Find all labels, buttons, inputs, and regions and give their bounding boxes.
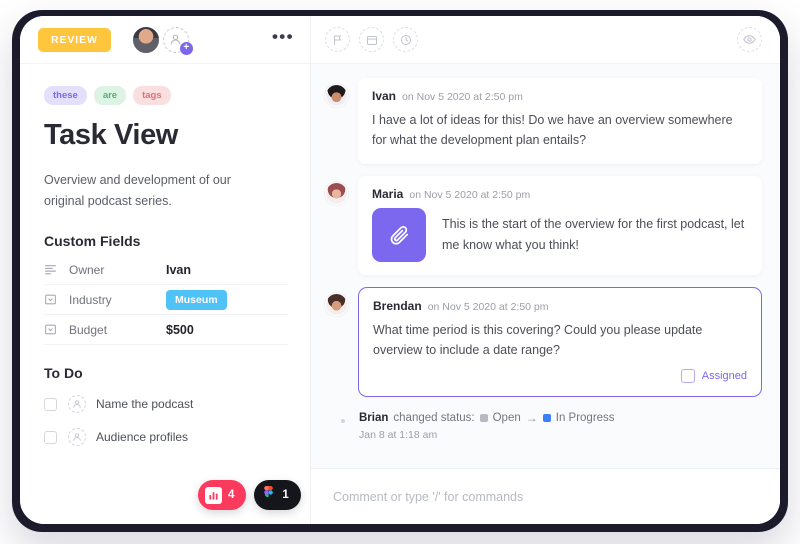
comment-timestamp: on Nov 5 2020 at 2:50 pm [402,91,523,103]
todo-checkbox[interactable] [44,430,57,444]
comment-item: Brendan on Nov 5 2020 at 2:50 pm What ti… [325,286,762,397]
comment-composer [311,468,780,524]
comment-header: Ivan on Nov 5 2020 at 2:50 pm [372,89,748,103]
task-detail-panel: REVIEW + ••• these are tags Task View Ov… [20,16,311,524]
comment-list: Ivan on Nov 5 2020 at 2:50 pm I have a l… [311,64,780,468]
comment-header: Maria on Nov 5 2020 at 2:50 pm [372,187,748,201]
task-description[interactable]: Overview and development of our original… [44,170,259,211]
tag-item[interactable]: tags [133,86,171,105]
avatar[interactable] [325,292,348,316]
comment-timestamp: on Nov 5 2020 at 2:50 pm [409,188,531,201]
task-body: these are tags Task View Overview and de… [20,64,310,450]
status-change-line: Brian changed status: Open → In Progress [359,411,615,425]
tag-list: these are tags [44,86,288,105]
app-badge[interactable]: 4 [198,480,247,510]
integration-badges: 4 1 [198,480,301,510]
comment-input[interactable] [333,489,758,504]
status-change-entry: Brian changed status: Open → In Progress… [325,409,762,441]
avatar[interactable] [325,181,348,205]
comment-bubble[interactable]: Ivan on Nov 5 2020 at 2:50 pm I have a l… [358,78,762,164]
tag-item[interactable]: are [93,86,127,105]
assigned-label: Assigned [701,370,747,382]
add-assignee-button[interactable]: + [162,26,193,55]
assignee-placeholder-icon[interactable] [68,428,86,447]
todo-label: Name the podcast [96,397,194,412]
comment-header: Brendan on Nov 5 2020 at 2:50 pm [373,299,747,313]
avatar[interactable] [130,24,161,55]
custom-fields-heading: Custom Fields [44,233,141,250]
more-options-button[interactable]: ••• [266,23,296,57]
timeline-dot-icon [341,419,345,423]
status-to-swatch [542,414,551,422]
status-from-label: Open [492,412,521,424]
activity-toolbar [311,16,780,64]
list-item[interactable]: Audience profiles [44,424,288,450]
status-actor: Brian [359,412,389,424]
comment-author: Brendan [373,298,422,313]
assignee-placeholder-icon[interactable] [68,395,86,414]
field-value[interactable]: Ivan [166,263,191,277]
tag-item[interactable]: these [44,86,87,105]
comment-author: Ivan [372,89,397,103]
flag-icon[interactable] [325,27,350,52]
status-from-swatch [479,414,488,422]
field-label: Industry [69,292,112,307]
comment-timestamp: on Nov 5 2020 at 2:50 pm [427,300,549,313]
comment-text: This is the start of the overview for th… [442,217,745,252]
comment-text: What time period is this covering? Could… [373,322,703,357]
comment-attachment-row: This is the start of the overview for th… [372,207,748,262]
field-label: Owner [69,262,105,277]
dropdown-icon [44,323,59,336]
app-window: REVIEW + ••• these are tags Task View Ov… [20,16,780,524]
page-title: Task View [44,119,178,151]
todo-heading: To Do [44,365,83,382]
assigned-control: Assigned [373,369,747,383]
field-value-badge[interactable]: Museum [166,289,227,310]
comment-bubble-highlighted[interactable]: Brendan on Nov 5 2020 at 2:50 pm What ti… [358,286,762,397]
dropdown-icon [44,293,59,306]
clock-icon[interactable] [393,27,418,52]
badge-count: 4 [228,489,235,501]
comment-bubble[interactable]: Maria on Nov 5 2020 at 2:50 pm This is t… [358,175,762,275]
comment-item: Ivan on Nov 5 2020 at 2:50 pm I have a l… [325,78,762,164]
list-item[interactable]: Name the podcast [44,391,288,417]
field-row-industry[interactable]: Industry Museum [44,285,288,316]
avatar[interactable] [325,84,348,107]
status-to-label: In Progress [555,412,615,424]
paperclip-icon[interactable] [372,207,426,262]
assigned-checkbox[interactable] [680,369,695,383]
eye-icon[interactable] [737,27,762,52]
plus-icon: + [179,41,193,55]
figma-badge[interactable]: 1 [254,480,301,510]
comment-author: Maria [372,186,404,201]
arrow-icon: → [525,411,538,425]
field-label: Budget [69,322,108,337]
badge-count: 1 [282,489,289,501]
comment-text: I have a lot of ideas for this! Do we ha… [372,113,733,148]
app-logo-icon [205,486,222,504]
status-badge[interactable]: REVIEW [38,27,111,52]
activity-panel: Ivan on Nov 5 2020 at 2:50 pm I have a l… [311,16,780,524]
field-row-owner[interactable]: Owner Ivan [44,255,288,286]
text-lines-icon [44,263,59,276]
comment-item: Maria on Nov 5 2020 at 2:50 pm This is t… [325,175,762,275]
assignee-avatars: + [130,24,193,55]
field-row-budget[interactable]: Budget $500 [44,315,288,346]
status-action: changed status: [393,412,475,424]
task-header-bar: REVIEW + ••• [20,16,310,64]
figma-icon [261,485,276,505]
todo-checkbox[interactable] [44,397,57,411]
status-timestamp: Jan 8 at 1:18 am [359,429,438,441]
calendar-icon[interactable] [359,27,384,52]
status-change-body: Brian changed status: Open → In Progress… [359,411,615,441]
field-value[interactable]: $500 [166,323,194,337]
todo-label: Audience profiles [96,430,189,445]
